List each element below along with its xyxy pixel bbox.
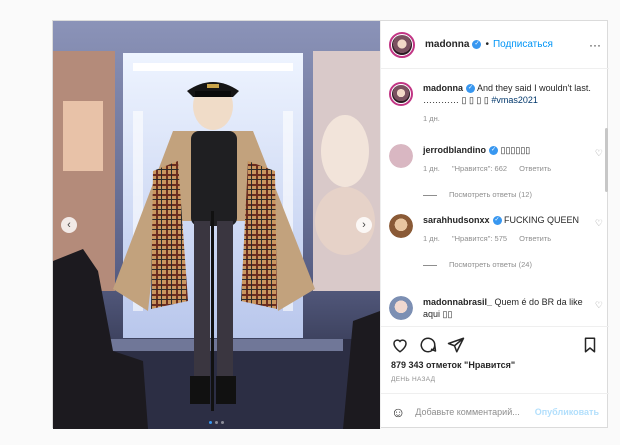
reply-button[interactable]: Ответить	[519, 234, 551, 243]
comment-avatar[interactable]	[389, 214, 413, 238]
post-photo: ‹ ›	[53, 21, 380, 429]
caption-age: 1 дн.	[423, 114, 440, 123]
comment-like-heart-icon[interactable]: ♡	[595, 218, 603, 229]
comment-item: sarahhudsonxx ✓ FUCKING QUEEN 1 дн. "Нрав…	[389, 214, 603, 271]
comment-avatar[interactable]	[389, 144, 413, 168]
comment-item: jerrodblandino ✓ ▯▯▯▯▯▯ 1 дн. "Нравится":…	[389, 144, 603, 201]
smiley-icon[interactable]: ☺	[391, 404, 405, 420]
comment-likes[interactable]: "Нравится": 575	[452, 234, 507, 243]
view-replies-label: Посмотреть ответы (24)	[449, 260, 532, 269]
comments-list[interactable]: madonna ✓ And they said I wouldn't last. …	[381, 70, 609, 326]
comment-item: madonnabrasil_ Quem é do BR da like aqui…	[389, 296, 603, 320]
comment-avatar[interactable]	[389, 296, 413, 320]
caption: madonna ✓ And they said I wouldn't last. …	[389, 82, 591, 125]
comment-like-heart-icon[interactable]: ♡	[595, 148, 603, 159]
comment-username[interactable]: jerrodblandino	[423, 145, 486, 155]
comment-age: 1 дн.	[423, 234, 440, 243]
caption-username[interactable]: madonna	[423, 83, 463, 93]
caption-hashtag-link[interactable]: #vmas2021	[491, 95, 538, 105]
verified-badge-icon: ✓	[472, 40, 482, 49]
reply-button[interactable]: Ответить	[519, 164, 551, 173]
header-separator: •	[485, 39, 489, 50]
comment-like-heart-icon[interactable]: ♡	[595, 300, 603, 311]
view-replies-label: Посмотреть ответы (12)	[449, 190, 532, 199]
post-actions: 879 343 отметок "Нравится" ДЕНЬ НАЗАД	[381, 326, 609, 383]
likes-count[interactable]: 879 343 отметок "Нравится"	[391, 360, 599, 370]
chevron-right-icon: ›	[362, 218, 366, 231]
carousel-dots	[53, 421, 380, 424]
add-comment-bar: ☺ Опубликовать	[381, 393, 609, 429]
verified-badge-icon: ✓	[492, 216, 502, 226]
comment-text: ▯▯▯▯▯▯	[500, 145, 531, 155]
follow-button[interactable]: Подписаться	[493, 39, 553, 50]
comment-username[interactable]: sarahhudsonxx	[423, 215, 490, 225]
post-header: madonna ✓ • Подписаться ···	[381, 21, 609, 69]
carousel-dot	[215, 421, 218, 424]
carousel-next-button[interactable]: ›	[356, 217, 372, 233]
comment-likes[interactable]: "Нравится": 662	[452, 164, 507, 173]
author-avatar[interactable]	[389, 31, 415, 58]
paper-plane-icon[interactable]	[447, 336, 465, 354]
caption-avatar[interactable]	[389, 82, 413, 106]
comments-scrollbar[interactable]	[605, 128, 608, 192]
verified-badge-icon: ✓	[489, 146, 498, 156]
comment-age: 1 дн.	[423, 164, 440, 173]
view-replies-link[interactable]: Посмотреть ответы (24)	[423, 259, 591, 271]
comment-username[interactable]: madonnabrasil_	[423, 297, 492, 307]
post-date: ДЕНЬ НАЗАД	[391, 376, 436, 383]
comment-input[interactable]	[415, 406, 535, 417]
comment-bubble-icon[interactable]	[419, 336, 437, 354]
stage-performance-image	[53, 21, 380, 429]
view-replies-link[interactable]: Посмотреть ответы (12)	[423, 189, 591, 201]
verified-badge-icon: ✓	[466, 84, 476, 94]
author-username[interactable]: madonna	[425, 39, 469, 50]
more-options-icon[interactable]: ···	[589, 38, 601, 52]
comment-text: FUCKING QUEEN	[504, 215, 580, 225]
post-side-panel: madonna ✓ • Подписаться ··· madonna ✓ And…	[380, 21, 609, 429]
chevron-left-icon: ‹	[67, 218, 71, 231]
carousel-prev-button[interactable]: ‹	[61, 217, 77, 233]
carousel-dot	[209, 421, 212, 424]
bookmark-icon[interactable]	[581, 336, 599, 354]
publish-button[interactable]: Опубликовать	[535, 407, 599, 417]
heart-icon[interactable]	[391, 336, 409, 354]
instagram-post-modal: ‹ › madonna ✓ • Подписаться ··· madonna ✓	[52, 20, 609, 429]
carousel-dot	[221, 421, 224, 424]
